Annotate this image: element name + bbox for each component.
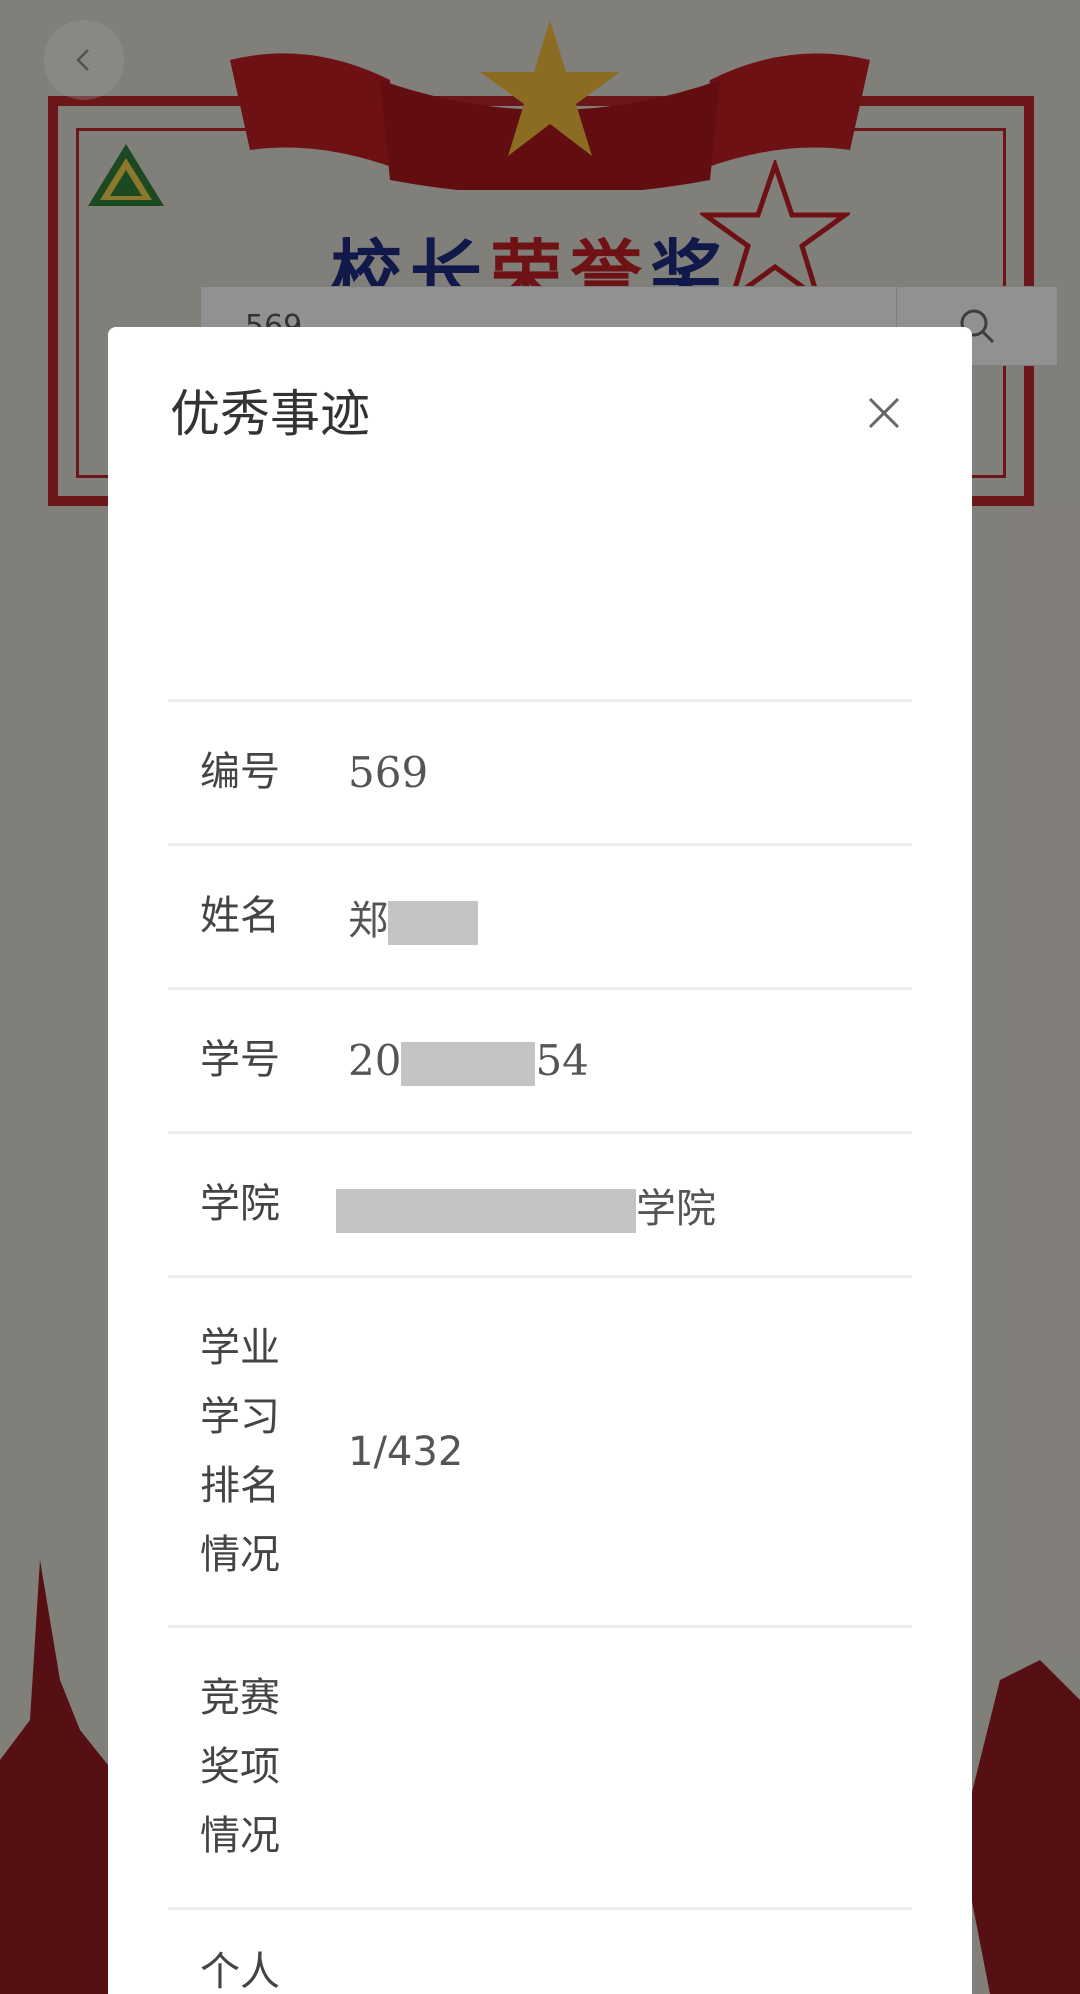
- row-value: 学院: [336, 1176, 912, 1234]
- row-competition-awards: 竞赛 奖项 情况: [168, 1628, 912, 1910]
- id-prefix: 20: [348, 1035, 402, 1085]
- row-label: 学业 学习 排名 情况: [200, 1324, 280, 1578]
- row-value: 20 54: [348, 1036, 912, 1086]
- row-value: 郑: [348, 888, 912, 946]
- details-modal: 优秀事迹 编号 569 姓名 郑 学号 20 54 学院 学院 学业 学习 排名…: [108, 327, 972, 1994]
- row-value: 1/432: [348, 1428, 464, 1475]
- modal-title: 优秀事迹: [170, 385, 370, 443]
- id-suffix: 54: [535, 1035, 589, 1085]
- college-suffix: 学院: [636, 1185, 716, 1232]
- row-label: 学院: [200, 1181, 280, 1227]
- row-academic-rank: 学业 学习 排名 情况 1/432: [168, 1278, 912, 1628]
- redaction-mask: [388, 900, 478, 945]
- row-name: 姓名 郑: [168, 846, 912, 990]
- name-prefix: 郑: [348, 897, 388, 944]
- row-college: 学院 学院: [168, 1134, 912, 1278]
- row-label: 姓名: [200, 893, 280, 939]
- row-value: 569: [348, 748, 429, 797]
- info-list: 编号 569 姓名 郑 学号 20 54 学院 学院 学业 学习 排名 情况 1/…: [168, 699, 912, 1994]
- row-label: 学号: [200, 1037, 280, 1083]
- redaction-mask: [401, 1041, 536, 1086]
- row-label: 编号: [200, 749, 280, 795]
- close-icon[interactable]: [864, 393, 904, 433]
- row-personal: 个人: [168, 1910, 912, 1994]
- row-student-id: 学号 20 54: [168, 990, 912, 1134]
- row-number: 编号 569: [168, 702, 912, 846]
- redaction-mask: [336, 1188, 636, 1233]
- row-label: 个人: [200, 1949, 280, 1994]
- row-label: 竞赛 奖项 情况: [200, 1675, 280, 1859]
